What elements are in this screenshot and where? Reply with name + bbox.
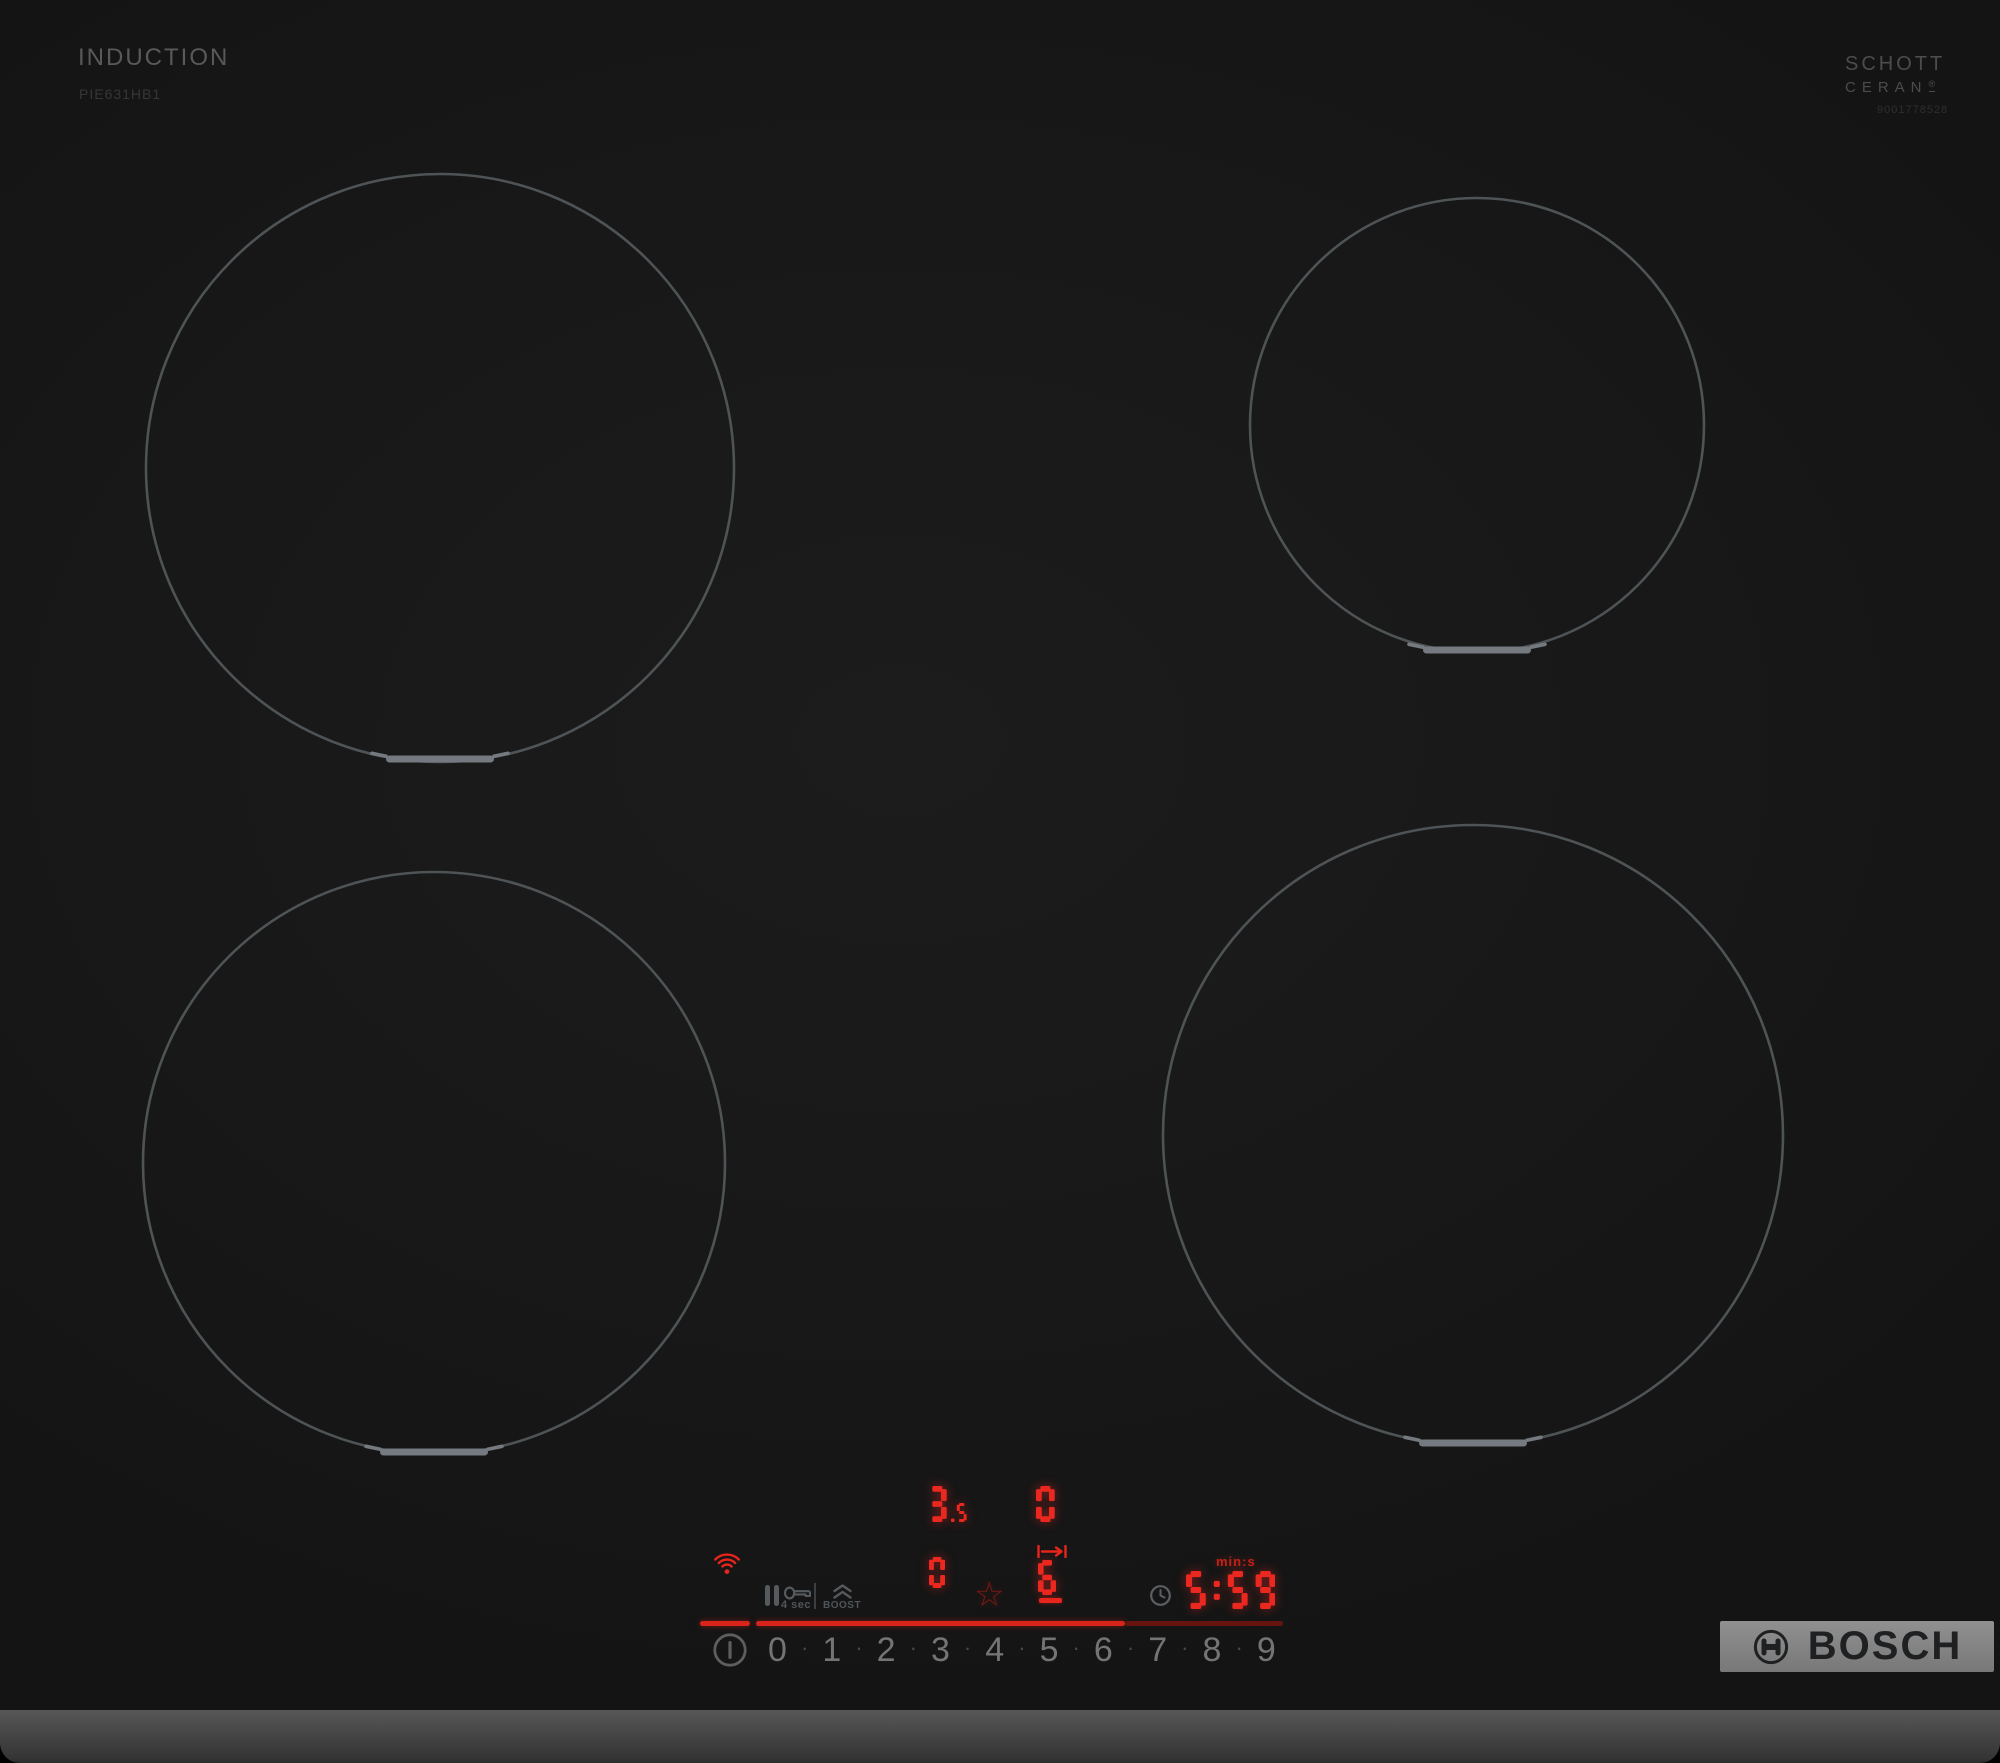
- move-zone-arrow-icon: [1037, 1545, 1067, 1558]
- scale-dot: ·: [964, 1637, 971, 1659]
- cooking-zone-circle-rear-right: [1250, 198, 1704, 652]
- scale-level-5[interactable]: 5: [1040, 1631, 1059, 1670]
- slider-segment-inactive[interactable]: [1125, 1621, 1283, 1626]
- timer-clock-icon[interactable]: [1149, 1584, 1172, 1607]
- timer-unit-label: min:s: [1216, 1554, 1256, 1569]
- part-number-label: 9001778528: [1877, 104, 1948, 116]
- bosch-logo-text: BOSCH: [1808, 1624, 1962, 1669]
- scale-dot: ·: [1181, 1637, 1188, 1659]
- cooking-zone-circle-front-left: [143, 872, 725, 1454]
- scale-level-6[interactable]: 6: [1094, 1631, 1113, 1670]
- zone-marker-icon: [364, 1444, 504, 1455]
- front-bezel: [0, 1710, 2000, 1763]
- cooking-zones: [0, 0, 2000, 1763]
- scale-dot: ·: [1018, 1637, 1025, 1659]
- scale-level-9[interactable]: 9: [1257, 1631, 1276, 1670]
- induction-hob-surface: INDUCTION PIE631HB1 SCHOTT CERAN ® 90017…: [0, 0, 2000, 1763]
- rear-left-power-display: [928, 1486, 947, 1522]
- power-icon[interactable]: [712, 1632, 748, 1668]
- schott-ceran-logo: SCHOTT CERAN ®: [1845, 54, 1945, 95]
- scale-dot: ·: [801, 1637, 808, 1659]
- registered-mark: ®: [1929, 80, 1936, 92]
- scale-level-1[interactable]: 1: [822, 1631, 841, 1670]
- ceran-text: CERAN: [1845, 80, 1928, 95]
- wifi-icon: [712, 1551, 742, 1577]
- selected-zone-underline: [1039, 1598, 1062, 1603]
- scale-level-4[interactable]: 4: [985, 1631, 1004, 1670]
- scale-level-2[interactable]: 2: [877, 1631, 896, 1670]
- timer-display: [1186, 1571, 1275, 1609]
- zone-marker-icon: [1403, 1435, 1543, 1446]
- power-level-scale: 0 · 1 · 2 · 3 · 4 · 5 · 6 · 7 · 8 · 9: [768, 1630, 1276, 1670]
- boost-label: BOOST: [823, 1600, 861, 1611]
- scale-level-7[interactable]: 7: [1148, 1631, 1167, 1670]
- model-number-label: PIE631HB1: [79, 86, 161, 102]
- scale-dot: ·: [855, 1637, 862, 1659]
- scale-dot: ·: [1235, 1637, 1242, 1659]
- scale-level-0[interactable]: 0: [768, 1631, 787, 1670]
- rear-right-power-display: [1036, 1486, 1055, 1522]
- zone-marker-icon: [1407, 642, 1547, 653]
- scale-level-8[interactable]: 8: [1203, 1631, 1222, 1670]
- scale-dot: ·: [1127, 1637, 1134, 1659]
- schott-text: SCHOTT: [1845, 54, 1945, 74]
- slider-segment-power: [700, 1621, 750, 1626]
- cooking-zone-circle-rear-left: [146, 174, 734, 762]
- front-left-power-display: [929, 1557, 945, 1588]
- icon-divider: [814, 1583, 816, 1609]
- rear-left-power-display-sub: [951, 1503, 967, 1522]
- pause-icon[interactable]: [765, 1585, 780, 1606]
- scale-dot: ·: [1073, 1637, 1080, 1659]
- lock-hold-label: 4 sec: [781, 1599, 811, 1611]
- favorite-star-icon[interactable]: ☆: [974, 1578, 1004, 1612]
- scale-dot: ·: [910, 1637, 917, 1659]
- front-right-power-display: [1038, 1560, 1056, 1595]
- surface-type-label: INDUCTION: [78, 44, 229, 72]
- boost-chevrons-icon[interactable]: [833, 1584, 852, 1599]
- zone-marker-icon: [370, 751, 510, 762]
- scale-level-3[interactable]: 3: [931, 1631, 950, 1670]
- slider-segment-active[interactable]: [756, 1621, 1125, 1626]
- bosch-emblem-icon: [1752, 1628, 1790, 1666]
- bosch-logo-plate: BOSCH: [1720, 1621, 1994, 1672]
- cooking-zone-circle-front-right: [1163, 825, 1783, 1445]
